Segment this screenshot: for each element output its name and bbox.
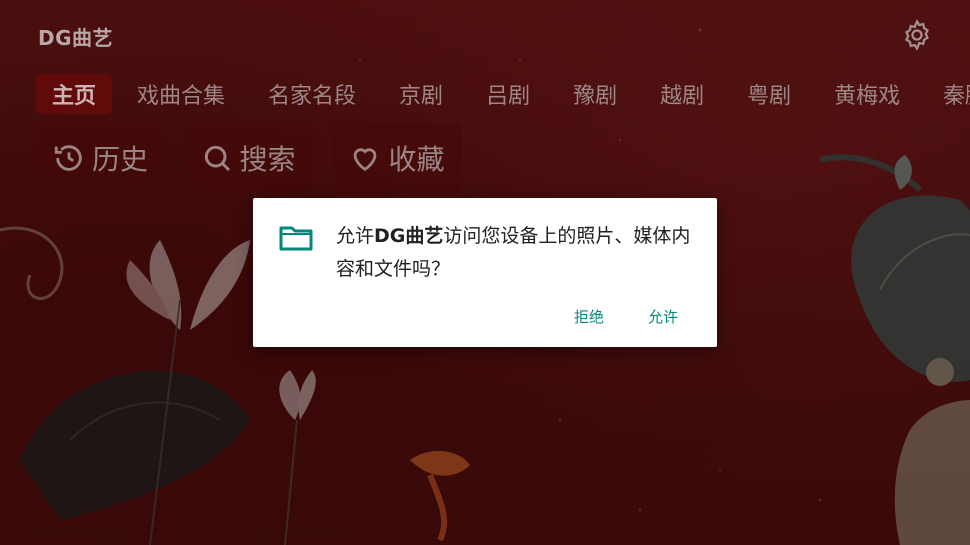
permission-dialog: 允许DG曲艺访问您设备上的照片、媒体内容和文件吗？ 拒绝 允许: [253, 198, 717, 347]
dialog-message: 允许DG曲艺访问您设备上的照片、媒体内容和文件吗？: [336, 220, 696, 286]
history-icon: [54, 145, 82, 171]
folder-icon: [279, 226, 313, 251]
gear-icon[interactable]: [900, 18, 934, 52]
tab-opera-collection[interactable]: 戏曲合集: [119, 74, 243, 114]
favorites-label: 收藏: [388, 143, 445, 176]
history-label: 历史: [91, 143, 148, 176]
history-button[interactable]: 历史: [36, 122, 164, 194]
allow-button[interactable]: 允许: [644, 304, 682, 329]
tab-famous-excerpts[interactable]: 名家名段: [250, 74, 374, 114]
tab-huangmei-opera[interactable]: 黄梅戏: [816, 74, 918, 114]
tab-yue-opera[interactable]: 越剧: [642, 74, 722, 114]
dialog-message-prefix: 允许: [336, 225, 375, 247]
search-button[interactable]: 搜索: [183, 122, 314, 194]
search-icon: [205, 145, 231, 172]
tab-home[interactable]: 主页: [36, 74, 113, 114]
search-label: 搜索: [239, 143, 296, 176]
tab-cantonese-opera[interactable]: 粤剧: [729, 74, 809, 114]
app-title: DG曲艺: [38, 26, 114, 50]
tab-qinqiang[interactable]: 秦腔: [925, 74, 970, 114]
tab-yu-opera[interactable]: 豫剧: [555, 74, 635, 114]
heart-icon: [354, 148, 377, 172]
tab-peking-opera[interactable]: 京剧: [381, 74, 461, 114]
dialog-app-name: DG曲艺: [374, 225, 444, 247]
deny-button[interactable]: 拒绝: [570, 304, 608, 329]
tab-lu-opera[interactable]: 吕剧: [468, 74, 548, 114]
category-tabs: 主页 戏曲合集 名家名段 京剧 吕剧 豫剧 越剧 粤剧 黄梅戏 秦腔: [36, 74, 970, 114]
favorites-button[interactable]: 收藏: [331, 122, 462, 194]
